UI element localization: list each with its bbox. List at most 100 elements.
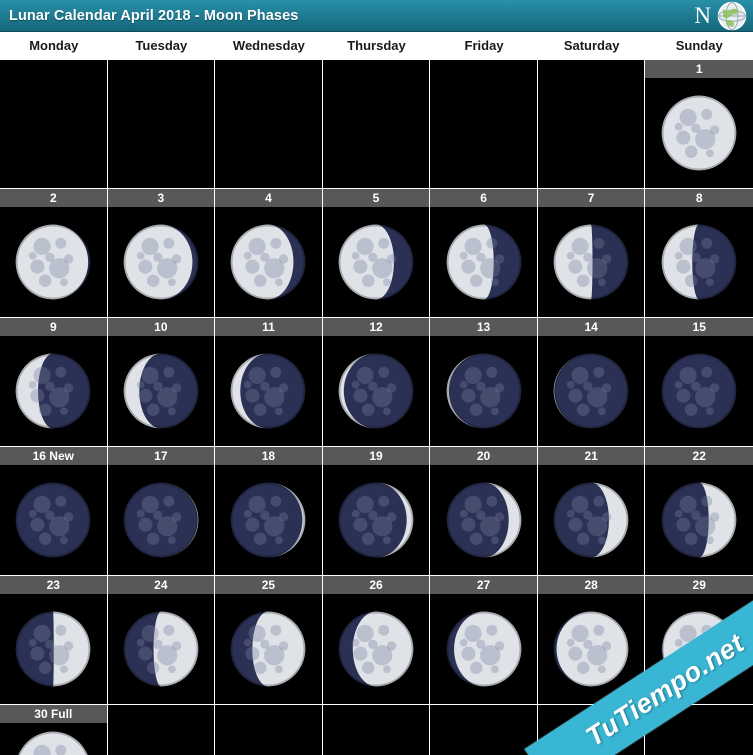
lunar-calendar-page: Lunar Calendar April 2018 - Moon Phases … xyxy=(0,0,753,755)
moon-phase-waxing-gibbous xyxy=(230,611,306,687)
moon-phase-waxing-gibbous xyxy=(661,611,737,687)
day-cell-29[interactable]: 29 xyxy=(645,576,753,704)
day-number-label: 13 xyxy=(430,318,537,336)
day-cell-8[interactable]: 8 xyxy=(645,189,753,317)
day-cell-empty xyxy=(0,60,108,188)
day-cell-19[interactable]: 19 xyxy=(322,447,431,575)
day-cell-16[interactable]: 16 New xyxy=(0,447,108,575)
day-cell-4[interactable]: 4 xyxy=(215,189,323,317)
moon-phase-waning-crescent xyxy=(446,353,522,429)
moon-phase-waning-gibbous xyxy=(661,95,737,171)
calendar-grid: 1 2 3 4 5 6 7 8 9 10 11 12 13 14 15 16 New 17 18 19 20 21 22 2… xyxy=(0,59,753,755)
day-number-label: 5 xyxy=(322,189,430,207)
day-number-label xyxy=(215,705,322,723)
day-cell-18[interactable]: 18 xyxy=(215,447,323,575)
day-cell-30[interactable]: 30 Full xyxy=(0,705,108,755)
day-cell-7[interactable]: 7 xyxy=(537,189,646,317)
day-cell-1[interactable]: 1 xyxy=(645,60,753,188)
weekday-header-row: Monday Tuesday Wednesday Thursday Friday Satu… xyxy=(0,32,753,59)
day-cell-28[interactable]: 28 xyxy=(537,576,646,704)
day-number-label: 19 xyxy=(322,447,430,465)
weekday-header-wednesday: Wednesday xyxy=(232,38,305,53)
moon-illustration-area xyxy=(0,465,107,575)
day-number-label: 21 xyxy=(537,447,645,465)
day-cell-12[interactable]: 12 xyxy=(322,318,431,446)
moon-illustration-area xyxy=(323,207,430,317)
day-cell-26[interactable]: 26 xyxy=(322,576,431,704)
day-cell-10[interactable]: 10 xyxy=(107,318,216,446)
moon-phase-waning-crescent xyxy=(15,353,91,429)
moon-illustration-area xyxy=(538,465,645,575)
calendar-week-row: 2345678 xyxy=(0,188,753,317)
day-number-label: 11 xyxy=(215,318,322,336)
moon-phase-new-moon xyxy=(661,353,737,429)
moon-phase-waxing-gibbous xyxy=(338,611,414,687)
moon-illustration-area xyxy=(215,78,322,188)
day-number-label xyxy=(538,60,645,78)
calendar-week-row: 30 Full xyxy=(0,704,753,755)
moon-illustration-area xyxy=(0,594,107,704)
moon-illustration-area xyxy=(538,336,645,446)
weekday-header-monday: Monday xyxy=(29,38,79,53)
day-cell-13[interactable]: 13 xyxy=(430,318,538,446)
weekday-header-thursday: Thursday xyxy=(347,38,406,53)
moon-illustration-area xyxy=(0,723,107,755)
day-cell-empty xyxy=(107,60,216,188)
day-number-label: 26 xyxy=(322,576,430,594)
day-number-label: 20 xyxy=(430,447,537,465)
moon-illustration-area xyxy=(215,594,322,704)
day-number-label: 4 xyxy=(215,189,322,207)
day-number-label: 28 xyxy=(537,576,645,594)
day-cell-27[interactable]: 27 xyxy=(430,576,538,704)
day-cell-6[interactable]: 6 xyxy=(430,189,538,317)
day-number-label xyxy=(430,705,537,723)
moon-illustration-area xyxy=(108,78,215,188)
day-cell-11[interactable]: 11 xyxy=(215,318,323,446)
day-cell-empty xyxy=(430,60,538,188)
hemisphere-label: N xyxy=(694,2,711,28)
day-cell-3[interactable]: 3 xyxy=(107,189,216,317)
day-cell-24[interactable]: 24 xyxy=(107,576,216,704)
moon-illustration-area xyxy=(215,207,322,317)
moon-phase-waxing-crescent xyxy=(553,482,629,558)
day-cell-17[interactable]: 17 xyxy=(107,447,216,575)
day-cell-22[interactable]: 22 xyxy=(645,447,753,575)
day-number-label xyxy=(430,60,537,78)
moon-phase-waning-gibbous xyxy=(230,224,306,300)
page-title: Lunar Calendar April 2018 - Moon Phases xyxy=(9,7,299,24)
moon-phase-waxing-gibbous xyxy=(553,611,629,687)
moon-illustration-area xyxy=(645,465,753,575)
day-cell-9[interactable]: 9 xyxy=(0,318,108,446)
day-cell-20[interactable]: 20 xyxy=(430,447,538,575)
moon-phase-waning-gibbous xyxy=(123,224,199,300)
day-number-label: 14 xyxy=(537,318,645,336)
moon-phase-waxing-crescent xyxy=(123,482,199,558)
calendar-week-row: 9 10 11 12 13 14 15 xyxy=(0,317,753,446)
day-number-label: 12 xyxy=(322,318,430,336)
day-cell-empty xyxy=(537,705,646,755)
moon-phase-waxing-crescent xyxy=(338,482,414,558)
day-cell-5[interactable]: 5 xyxy=(322,189,431,317)
day-cell-23[interactable]: 23 xyxy=(0,576,108,704)
moon-phase-waning-crescent xyxy=(123,353,199,429)
moon-phase-waning-gibbous xyxy=(338,224,414,300)
moon-illustration-area xyxy=(430,723,537,755)
moon-phase-waning-crescent xyxy=(338,353,414,429)
day-cell-25[interactable]: 25 xyxy=(215,576,323,704)
moon-phase-waning-gibbous xyxy=(15,224,91,300)
moon-phase-waxing-crescent xyxy=(446,482,522,558)
day-cell-15[interactable]: 15 xyxy=(645,318,753,446)
moon-illustration-area xyxy=(538,594,645,704)
day-cell-2[interactable]: 2 xyxy=(0,189,108,317)
moon-illustration-area xyxy=(215,723,322,755)
day-cell-14[interactable]: 14 xyxy=(537,318,646,446)
day-cell-21[interactable]: 21 xyxy=(537,447,646,575)
moon-illustration-area xyxy=(323,336,430,446)
moon-illustration-area xyxy=(0,207,107,317)
moon-illustration-area xyxy=(430,78,537,188)
moon-phase-waxing-gibbous xyxy=(446,611,522,687)
day-number-label xyxy=(215,60,322,78)
day-number-label: 17 xyxy=(107,447,215,465)
day-number-label: 24 xyxy=(107,576,215,594)
day-number-label: 8 xyxy=(645,189,753,207)
